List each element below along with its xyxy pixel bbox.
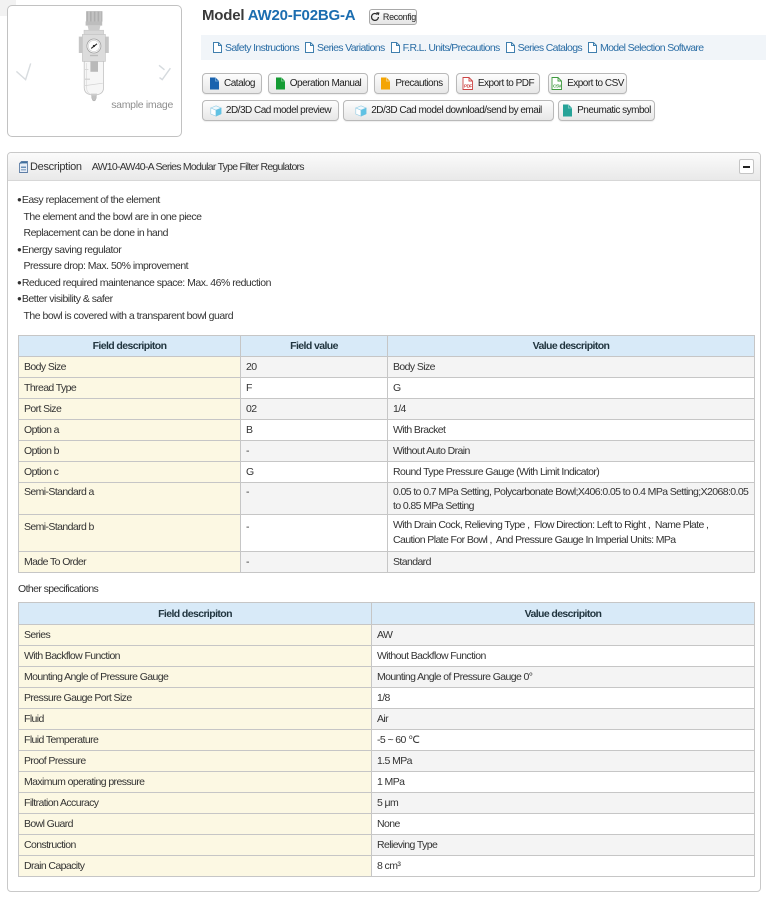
svg-text:PDF: PDF xyxy=(464,84,472,89)
